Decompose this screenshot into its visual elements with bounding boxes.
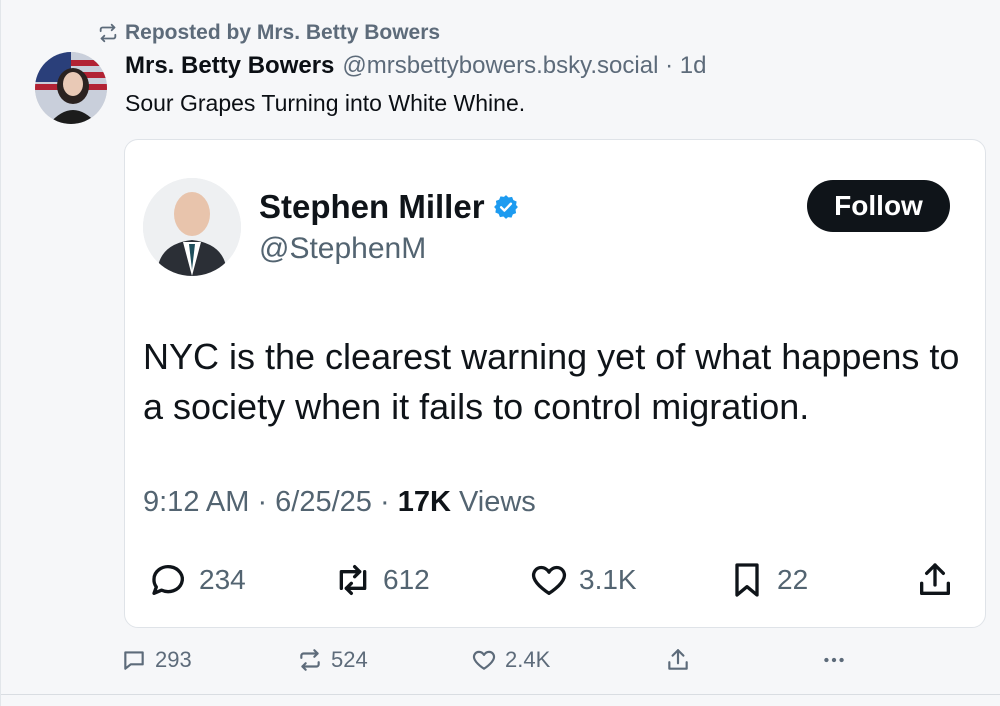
repost-action[interactable]: 524: [297, 644, 368, 676]
embed-repost-count: 612: [383, 564, 430, 595]
like-count: 2.4K: [505, 647, 551, 672]
embed-bookmark-count: 22: [777, 564, 809, 595]
embed-author-name: Stephen Miller: [259, 188, 519, 226]
heart-icon: [472, 650, 496, 670]
bookmark-icon: [735, 563, 759, 597]
like-action[interactable]: 2.4K: [471, 644, 550, 676]
embed-meta: 9:12 AM · 6/25/25 · 17K Views: [143, 486, 536, 519]
repost-indicator[interactable]: Reposted by Mrs. Betty Bowers: [97, 20, 440, 46]
post-text: Sour Grapes Turning into White Whine.: [125, 90, 526, 116]
reply-count: 293: [155, 647, 192, 672]
more-options[interactable]: [821, 644, 847, 676]
share-icon: [920, 563, 950, 595]
embed-text: NYC is the clearest warning yet of what …: [143, 336, 960, 427]
verified-badge-icon: [493, 195, 518, 219]
embed-like-action[interactable]: 3.1K: [529, 558, 637, 602]
embed-repost-action[interactable]: 612: [333, 558, 430, 602]
embed-share-action[interactable]: [915, 558, 955, 602]
repost-icon: [99, 23, 117, 43]
repost-text: Reposted by Mrs. Betty Bowers: [125, 21, 441, 44]
embed-bookmark-action[interactable]: 22: [727, 558, 808, 602]
reply-action[interactable]: 293: [121, 644, 192, 676]
embed-actions: 234 612 3.1K 22: [143, 558, 963, 602]
repost-count: 524: [331, 647, 368, 672]
author-line: Mrs. Betty Bowers @mrsbettybowers.bsky.s…: [125, 52, 706, 84]
share-icon: [668, 649, 688, 670]
embed-like-count: 3.1K: [579, 564, 637, 595]
repost-icon: [339, 565, 367, 595]
more-icon: [824, 657, 844, 663]
post-actions: 293 524 2.4K: [121, 644, 861, 676]
author-avatar[interactable]: [35, 52, 107, 124]
reply-icon: [124, 651, 144, 670]
embed-author-handle: @StephenM: [259, 232, 427, 265]
embed-name-text: Stephen Miller: [259, 188, 485, 225]
embed-reply-count: 234: [199, 564, 246, 595]
embed-views-count: 17K: [397, 486, 451, 518]
embed-views-label: Views: [450, 486, 536, 518]
author-name[interactable]: Mrs. Betty Bowers: [125, 52, 334, 80]
reply-icon: [152, 564, 184, 595]
embedded-tweet[interactable]: Stephen Miller @StephenM Follow NYC is t…: [124, 139, 986, 628]
embed-reply-action[interactable]: 234: [149, 558, 246, 602]
author-handle[interactable]: @mrsbettybowers.bsky.social · 1d: [342, 52, 706, 80]
share-action[interactable]: [665, 644, 691, 676]
follow-button[interactable]: Follow: [807, 180, 950, 232]
embed-avatar: [143, 178, 241, 276]
feed-post[interactable]: Reposted by Mrs. Betty Bowers Mrs. Betty…: [0, 0, 1000, 706]
embed-time: 9:12 AM · 6/25/25 ·: [143, 486, 398, 518]
divider: [1, 694, 1000, 695]
repost-icon: [300, 649, 320, 671]
heart-icon: [531, 565, 567, 595]
